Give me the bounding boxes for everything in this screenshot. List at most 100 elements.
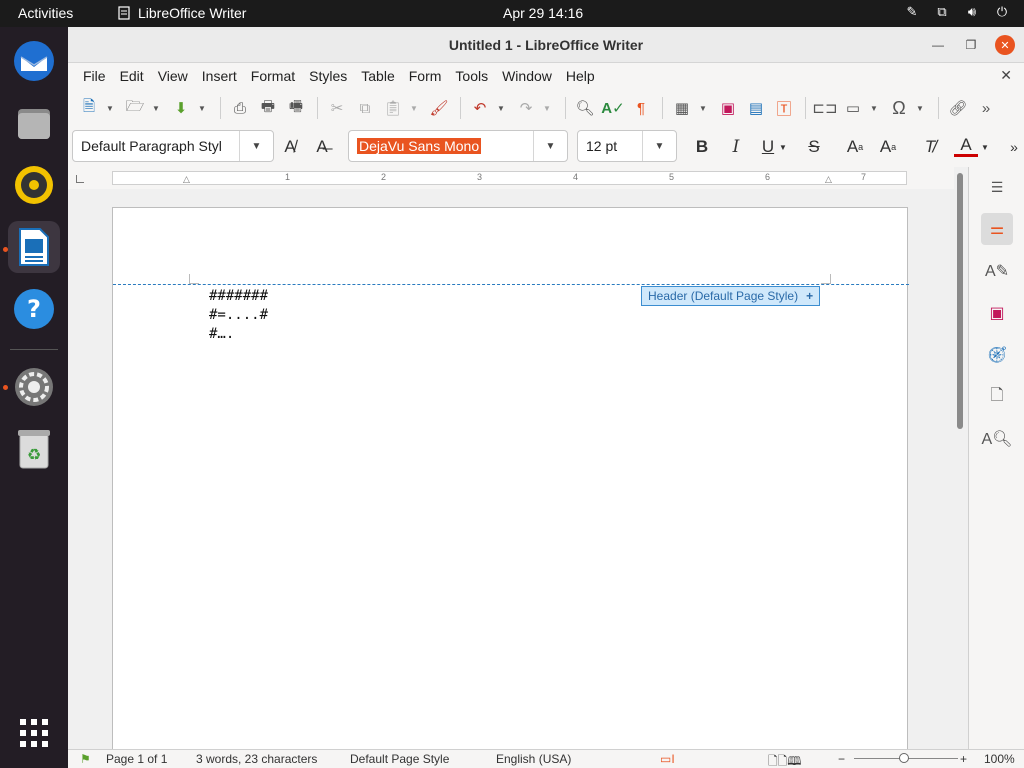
italic-icon[interactable]: I	[724, 135, 748, 159]
find-replace-icon[interactable]: 🔍︎	[572, 95, 598, 121]
properties-icon[interactable]: ⚌	[981, 213, 1013, 245]
font-color-icon[interactable]: A	[954, 135, 978, 157]
font-color-dropdown-icon[interactable]: ▼	[978, 135, 992, 159]
font-name-value[interactable]: DejaVu Sans Mono	[357, 138, 482, 154]
open-folder-icon[interactable]: 🗁	[122, 95, 148, 121]
formatting-marks-icon[interactable]: ¶	[628, 95, 654, 121]
save-dropdown-icon[interactable]: ▼	[196, 95, 208, 121]
menu-tools[interactable]: Tools	[448, 68, 495, 84]
redo-icon[interactable]: ↷	[513, 95, 539, 121]
rhythmbox-icon[interactable]	[8, 159, 60, 211]
zoom-slider-handle[interactable]	[899, 753, 909, 763]
page-style[interactable]: Default Page Style	[350, 752, 449, 766]
close-document-button[interactable]: ✕	[1000, 67, 1012, 84]
new-document-icon[interactable]: 🗎	[76, 95, 102, 121]
thunderbird-icon[interactable]	[8, 35, 60, 87]
view-layout-icon[interactable]: 🗋🗋🕮	[768, 752, 801, 768]
cut-icon[interactable]: ✂	[324, 95, 350, 121]
pen-icon[interactable]: ✎	[904, 4, 920, 20]
paste-dropdown-icon[interactable]: ▼	[408, 95, 420, 121]
menu-edit[interactable]: Edit	[113, 68, 151, 84]
menu-form[interactable]: Form	[402, 68, 449, 84]
clear-formatting-icon[interactable]: T̸	[918, 135, 942, 159]
menu-format[interactable]: Format	[244, 68, 302, 84]
header-button[interactable]: Header (Default Page Style) +	[641, 286, 821, 306]
left-indent-marker[interactable]: △	[183, 174, 190, 185]
more-formatting-icon[interactable]: »	[1002, 135, 1024, 159]
redo-dropdown-icon[interactable]: ▼	[541, 95, 553, 121]
clock[interactable]: Apr 29 14:16	[503, 5, 583, 21]
page-count[interactable]: Page 1 of 1	[106, 752, 167, 766]
font-size-combo[interactable]: 12 pt ▼	[577, 130, 677, 162]
paragraph-style-value[interactable]: Default Paragraph Styl	[73, 138, 239, 154]
strikethrough-icon[interactable]: S	[802, 135, 826, 159]
chevron-down-icon[interactable]: ▼	[239, 131, 273, 161]
settings-icon[interactable]	[8, 361, 60, 413]
document-area[interactable]: Header (Default Page Style) + ####### #=.…	[68, 189, 954, 749]
paragraph-style-combo[interactable]: Default Paragraph Styl ▼	[72, 130, 274, 162]
spelling-icon[interactable]: A✓	[600, 95, 626, 121]
system-tray[interactable]: ✎ ⧉ 🔊︎ ⏻	[904, 4, 1010, 20]
insert-image-icon[interactable]: ▣	[715, 95, 741, 121]
power-icon[interactable]: ⏻	[994, 4, 1010, 20]
font-size-value[interactable]: 12 pt	[578, 138, 642, 154]
help-icon[interactable]: ?	[8, 283, 60, 335]
paste-icon[interactable]: 📋︎	[380, 95, 406, 121]
maximize-button[interactable]: ❐	[961, 35, 981, 55]
styles-icon[interactable]: A✎	[981, 255, 1013, 287]
underline-dropdown-icon[interactable]: ▼	[776, 135, 790, 159]
gallery-icon[interactable]: ▣	[981, 297, 1013, 329]
style-inspector-icon[interactable]: A🔍︎	[981, 423, 1013, 455]
minimize-button[interactable]: —	[928, 35, 948, 55]
zoom-in-icon[interactable]: +	[960, 752, 967, 766]
document-page[interactable]: Header (Default Page Style) + ####### #=.…	[112, 207, 909, 749]
more-options-icon[interactable]: »	[973, 95, 999, 121]
menu-styles[interactable]: Styles	[302, 68, 354, 84]
export-pdf-icon[interactable]: ⎙	[227, 95, 253, 121]
menu-file[interactable]: File	[76, 68, 113, 84]
subscript-icon[interactable]: Aa	[876, 135, 900, 159]
superscript-icon[interactable]: Aa	[843, 135, 867, 159]
special-char-dropdown-icon[interactable]: ▼	[914, 95, 926, 121]
sidebar-menu-icon[interactable]: ☰	[981, 171, 1013, 203]
font-name-combo[interactable]: DejaVu Sans Mono ▼	[348, 130, 568, 162]
update-style-icon[interactable]: A̸	[278, 135, 302, 159]
scrollbar-thumb[interactable]	[957, 173, 963, 429]
ruler-tab-selector[interactable]	[76, 175, 84, 183]
writer-icon[interactable]	[8, 221, 60, 273]
signature-icon[interactable]: ⚑	[80, 752, 91, 766]
horizontal-ruler[interactable]: 1 2 3 4 5 6 7 △ △	[112, 171, 907, 185]
title-bar[interactable]: Untitled 1 - LibreOffice Writer — ❐ ✕	[68, 27, 1024, 63]
text-language[interactable]: English (USA)	[496, 752, 571, 766]
right-indent-marker[interactable]: △	[825, 174, 832, 185]
files-icon[interactable]	[8, 97, 60, 149]
special-character-icon[interactable]: Ω	[886, 95, 912, 121]
print-icon[interactable]: 🖶	[255, 95, 281, 121]
new-dropdown-icon[interactable]: ▼	[104, 95, 116, 121]
activities-button[interactable]: Activities	[18, 5, 73, 21]
page-break-icon[interactable]: ⊏⊐	[812, 95, 838, 121]
insert-textbox-icon[interactable]: 🅃	[771, 95, 797, 121]
table-dropdown-icon[interactable]: ▼	[697, 95, 709, 121]
insert-field-icon[interactable]: ▭	[840, 95, 866, 121]
menu-window[interactable]: Window	[495, 68, 559, 84]
word-count[interactable]: 3 words, 23 characters	[196, 752, 317, 766]
hyperlink-icon[interactable]: 🔗︎	[945, 95, 971, 121]
copy-icon[interactable]: ⧉	[352, 95, 378, 121]
insert-chart-icon[interactable]: ▤	[743, 95, 769, 121]
navigator-icon[interactable]: 🧭︎	[981, 339, 1013, 371]
bold-icon[interactable]: B	[690, 135, 714, 159]
menu-help[interactable]: Help	[559, 68, 602, 84]
document-body[interactable]: ####### #=....# #….	[209, 287, 268, 344]
trash-icon[interactable]: ♻	[8, 423, 60, 475]
undo-dropdown-icon[interactable]: ▼	[495, 95, 507, 121]
open-dropdown-icon[interactable]: ▼	[150, 95, 162, 121]
volume-icon[interactable]: 🔊︎	[964, 4, 980, 20]
chevron-down-icon[interactable]: ▼	[642, 131, 676, 161]
vertical-scrollbar[interactable]	[954, 167, 968, 749]
undo-icon[interactable]: ↶	[467, 95, 493, 121]
menu-view[interactable]: View	[151, 68, 195, 84]
menu-table[interactable]: Table	[354, 68, 401, 84]
insert-mode-icon[interactable]: ▭I	[660, 752, 675, 766]
clone-formatting-icon[interactable]: 🖌	[426, 95, 452, 121]
